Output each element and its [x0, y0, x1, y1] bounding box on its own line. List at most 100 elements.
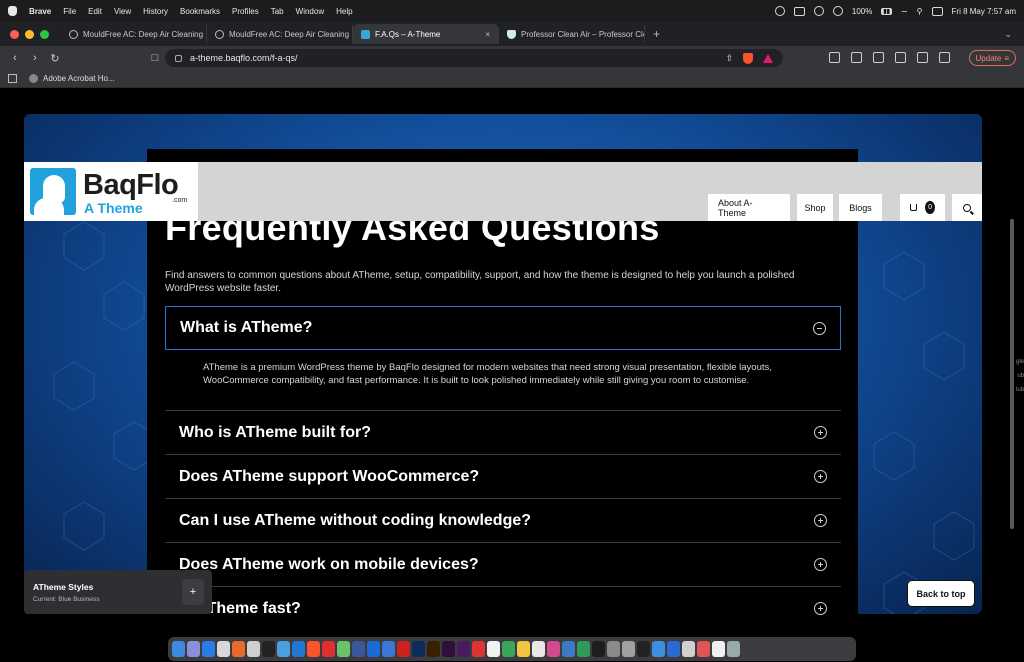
books-icon[interactable]	[697, 641, 710, 657]
menu-app-name[interactable]: Brave	[29, 7, 51, 16]
calendar-icon[interactable]	[487, 641, 500, 657]
close-window-button[interactable]	[10, 29, 19, 39]
faq-item-fast[interactable]: Is ATheme fast?	[165, 586, 841, 630]
faq-item-mobile[interactable]: Does ATheme work on mobile devices?	[165, 542, 841, 586]
maps-icon[interactable]	[502, 641, 515, 657]
play-icon[interactable]	[832, 6, 843, 16]
tab-close-icon[interactable]: ×	[485, 30, 490, 39]
filemaker-icon[interactable]	[472, 641, 485, 657]
screenshot-icon[interactable]	[793, 6, 805, 16]
tab-professor-clean-air[interactable]: Professor Clean Air – Professor Cle	[499, 25, 645, 43]
expand-icon[interactable]	[814, 558, 827, 571]
brave-rewards-icon[interactable]	[763, 53, 773, 63]
back-to-top-button[interactable]: Back to top	[907, 580, 975, 607]
apple-menu-icon[interactable]	[8, 6, 17, 16]
reader-icon[interactable]	[851, 52, 862, 63]
collapse-icon[interactable]	[813, 322, 826, 335]
faq-item-woocommerce[interactable]: Does ATheme support WooCommerce?	[165, 454, 841, 498]
forward-button[interactable]: ›	[28, 52, 42, 64]
mail-icon[interactable]	[367, 641, 380, 657]
music-icon[interactable]	[547, 641, 560, 657]
chrome-icon[interactable]	[277, 641, 290, 657]
filezilla-icon[interactable]	[322, 641, 335, 657]
zoom-icon[interactable]	[352, 641, 365, 657]
tab-mouldfree-1[interactable]: MouldFree AC: Deep Air Cleaning	[61, 25, 207, 43]
menu-view[interactable]: View	[114, 7, 131, 16]
system-settings-icon[interactable]	[622, 641, 635, 657]
menu-edit[interactable]: Edit	[88, 7, 102, 16]
tv-icon[interactable]	[592, 641, 605, 657]
back-button[interactable]: ‹	[8, 52, 22, 64]
dictionary-icon[interactable]	[262, 641, 275, 657]
sidebar-icon[interactable]	[873, 52, 884, 63]
launchpad-icon[interactable]	[187, 641, 200, 657]
update-button[interactable]: Update ≡	[968, 50, 1016, 66]
menu-file[interactable]: File	[63, 7, 76, 16]
battery-icon[interactable]: ▮▮	[881, 7, 892, 15]
tab-mouldfree-2[interactable]: MouldFree AC: Deep Air Cleaning	[207, 25, 353, 43]
app-store-icon[interactable]	[202, 641, 215, 657]
expand-icon[interactable]	[814, 426, 827, 439]
dreamweaver-icon[interactable]	[442, 641, 455, 657]
page-viewport[interactable]: Frequently Asked Questions Find answers …	[0, 89, 1024, 636]
search-button[interactable]	[952, 194, 982, 221]
illustrator-icon[interactable]	[427, 641, 440, 657]
leo-ai-icon[interactable]	[917, 52, 928, 63]
styles-expand-button[interactable]: +	[182, 579, 204, 605]
expand-icon[interactable]	[814, 514, 827, 527]
menu-clock[interactable]: Fri 8 May 7:57 am	[952, 7, 1016, 16]
indesign-icon[interactable]	[457, 641, 470, 657]
keynote-icon[interactable]	[562, 641, 575, 657]
expand-icon[interactable]	[814, 602, 827, 615]
downloads-folder-icon[interactable]	[712, 641, 725, 657]
photoshop-icon[interactable]	[412, 641, 425, 657]
extensions-icon[interactable]	[829, 52, 840, 63]
reminders-icon[interactable]	[247, 641, 260, 657]
spotlight-icon[interactable]: ⚲	[917, 7, 923, 16]
preview-icon[interactable]	[607, 641, 620, 657]
control-center-icon[interactable]	[931, 6, 943, 16]
expand-icon[interactable]	[814, 470, 827, 483]
tab-search-chevron-icon[interactable]: ⌄	[1004, 29, 1012, 40]
acrobat-icon[interactable]	[397, 641, 410, 657]
trash-icon[interactable]	[727, 641, 740, 657]
minimize-window-button[interactable]	[25, 29, 34, 39]
url-text[interactable]: a-theme.baqflo.com/f-a-qs/	[190, 53, 298, 63]
faq-item-what-is-atheme[interactable]: What is ATheme?	[165, 306, 841, 350]
menu-bookmarks[interactable]: Bookmarks	[180, 7, 220, 16]
archive-utility-icon[interactable]	[682, 641, 695, 657]
site-logo[interactable]: BaqFlo .com A Theme	[24, 162, 198, 221]
photo-booth-icon[interactable]	[217, 641, 230, 657]
textedit-icon[interactable]	[532, 641, 545, 657]
page-scrollbar[interactable]	[1010, 219, 1014, 529]
notes-app-icon[interactable]	[232, 641, 245, 657]
site-info-icon[interactable]	[175, 54, 182, 62]
cart-button[interactable]: 0	[900, 194, 945, 221]
safari-icon[interactable]	[292, 641, 305, 657]
reload-button[interactable]: ↻	[48, 52, 62, 65]
apps-grid-icon[interactable]	[8, 74, 17, 83]
photos-icon[interactable]	[517, 641, 530, 657]
calendar-app-icon[interactable]	[382, 641, 395, 657]
wallet-icon[interactable]	[895, 52, 906, 63]
nav-blogs[interactable]: Blogs	[839, 194, 882, 221]
bookmark-icon[interactable]: □	[148, 52, 162, 64]
address-bar[interactable]: a-theme.baqflo.com/f-a-qs/ ⇧	[165, 49, 783, 67]
focus-icon[interactable]	[774, 6, 785, 16]
menu-history[interactable]: History	[143, 7, 168, 16]
bookmark-adobe-acrobat[interactable]: Adobe Acrobat Ho...	[29, 74, 115, 83]
zoom-window-button[interactable]	[40, 29, 49, 39]
finder-icon[interactable]	[172, 641, 185, 657]
numbers-icon[interactable]	[577, 641, 590, 657]
messages-icon[interactable]	[337, 641, 350, 657]
nav-shop[interactable]: Shop	[797, 194, 833, 221]
menu-profiles[interactable]: Profiles	[232, 7, 259, 16]
outlook-icon[interactable]	[667, 641, 680, 657]
faq-item-no-coding[interactable]: Can I use ATheme without coding knowledg…	[165, 498, 841, 542]
new-tab-button[interactable]: +	[653, 27, 660, 41]
terminal-icon[interactable]	[637, 641, 650, 657]
tab-faqs-active[interactable]: F.A.Qs – A-Theme ×	[353, 24, 499, 44]
vpn-icon[interactable]	[939, 52, 950, 63]
nav-about-atheme[interactable]: About A-Theme	[708, 194, 790, 221]
menu-help[interactable]: Help	[336, 7, 352, 16]
